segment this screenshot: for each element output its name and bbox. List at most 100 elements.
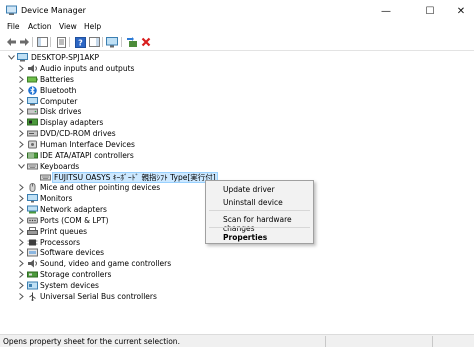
chevron-right-icon[interactable] xyxy=(17,204,25,215)
chevron-right-icon[interactable] xyxy=(17,63,25,74)
chevron-right-icon[interactable] xyxy=(17,128,25,139)
tree-category[interactable]: IDE ATA/ATAPI controllers xyxy=(0,150,474,161)
tree-category[interactable]: Software devices xyxy=(0,247,474,258)
toolbar-separator xyxy=(121,37,122,47)
chevron-right-icon[interactable] xyxy=(17,269,25,280)
ide-controller-icon xyxy=(27,152,38,159)
bluetooth-icon xyxy=(28,85,37,95)
minimize-icon: — xyxy=(381,5,391,17)
context-scan-hardware[interactable]: Scan for hardware changes xyxy=(223,215,313,233)
tree-item-label: Universal Serial Bus controllers xyxy=(40,291,157,301)
menu-action[interactable]: Action xyxy=(28,22,52,31)
chevron-right-icon[interactable] xyxy=(17,237,25,248)
tree-category[interactable]: Computer xyxy=(0,96,474,107)
tree-category[interactable]: Keyboards xyxy=(0,161,474,172)
computer-icon xyxy=(17,53,28,62)
tree-item-label: Bluetooth xyxy=(40,85,77,95)
tree-category[interactable]: Disk drives xyxy=(0,106,474,117)
tree-item-label: Processors xyxy=(40,237,81,247)
uninstall-button[interactable] xyxy=(140,36,152,48)
forward-arrow-icon xyxy=(19,38,29,46)
tree-category[interactable]: Display adapters xyxy=(0,117,474,128)
context-properties[interactable]: Properties xyxy=(223,233,267,242)
context-update-driver[interactable]: Update driver xyxy=(223,185,275,194)
computer-icon xyxy=(27,96,38,106)
dvd-drive-icon xyxy=(27,130,38,137)
tree-item-label: Storage controllers xyxy=(40,270,112,280)
tree-category[interactable]: Sound, video and game controllers xyxy=(0,258,474,269)
tree-item-label: Batteries xyxy=(40,74,74,84)
chevron-right-icon[interactable] xyxy=(17,258,25,269)
tree-item-label: Human Interface Devices xyxy=(40,139,135,149)
tree-item-label: Network adapters xyxy=(40,205,107,215)
speaker-icon xyxy=(28,64,37,73)
minimize-button[interactable]: — xyxy=(368,0,404,22)
tree-item-label: Sound, video and game controllers xyxy=(40,259,172,269)
menu-file[interactable]: File xyxy=(7,22,20,31)
chevron-right-icon[interactable] xyxy=(17,226,25,237)
chevron-right-icon[interactable] xyxy=(17,139,25,150)
tree-category[interactable]: Universal Serial Bus controllers xyxy=(0,291,474,302)
close-button[interactable]: ✕ xyxy=(448,0,474,22)
tree-category[interactable]: System devices xyxy=(0,280,474,291)
battery-icon xyxy=(27,76,38,83)
forward-button[interactable] xyxy=(18,36,30,48)
maximize-button[interactable]: ☐ xyxy=(412,0,448,22)
sound-icon xyxy=(28,259,37,268)
context-uninstall-device[interactable]: Uninstall device xyxy=(223,198,283,207)
tree-item-label: Keyboards xyxy=(40,161,80,171)
usb-icon xyxy=(29,292,36,301)
chevron-right-icon[interactable] xyxy=(17,74,25,85)
tree-root[interactable]: DESKTOP-SPJ1AKP xyxy=(0,52,474,63)
tree-item-label: Display adapters xyxy=(40,118,104,128)
monitor-icon xyxy=(106,36,118,47)
status-bar: Opens property sheet for the current sel… xyxy=(0,334,474,347)
tree-item-label: Mice and other pointing devices xyxy=(40,183,161,193)
window-title: Device Manager xyxy=(21,6,86,15)
show-hide-console-tree-icon xyxy=(36,37,48,47)
chevron-right-icon[interactable] xyxy=(17,106,25,117)
hid-icon xyxy=(28,140,37,149)
menu-help[interactable]: Help xyxy=(84,22,101,31)
processor-icon xyxy=(27,239,38,246)
menu-view[interactable]: View xyxy=(59,22,77,31)
chevron-right-icon[interactable] xyxy=(17,85,25,96)
properties-button[interactable] xyxy=(55,36,67,48)
chevron-right-icon[interactable] xyxy=(17,280,25,291)
tree-item-label: DVD/CD-ROM drives xyxy=(40,129,116,139)
help-button[interactable]: ? xyxy=(74,36,86,48)
back-button[interactable] xyxy=(5,36,17,48)
show-hide-console-tree-button[interactable] xyxy=(36,36,48,48)
toolbar-separator xyxy=(102,37,103,47)
tree-item-label: Print queues xyxy=(40,226,88,236)
chevron-right-icon[interactable] xyxy=(17,215,25,226)
tree-category[interactable]: Bluetooth xyxy=(0,85,474,96)
chevron-right-icon[interactable] xyxy=(17,150,25,161)
tree-item-label: FUJITSU OASYS ｷｰﾎﾞｰﾄﾞ 親指ｼﾌﾄ Type[実行付] xyxy=(52,171,218,183)
context-menu: Update driver Uninstall device Scan for … xyxy=(205,180,314,244)
properties-sheet-icon xyxy=(56,36,66,48)
keyboard-icon xyxy=(40,174,51,180)
chevron-right-icon[interactable] xyxy=(17,117,25,128)
chevron-right-icon[interactable] xyxy=(17,193,25,204)
tree-category[interactable]: Audio inputs and outputs xyxy=(0,63,474,74)
action-pane-button[interactable] xyxy=(88,36,100,48)
toolbar-separator xyxy=(32,37,33,47)
port-icon xyxy=(27,217,38,224)
action-pane-icon xyxy=(88,37,100,47)
chevron-right-icon[interactable] xyxy=(17,182,25,193)
tree-category[interactable]: DVD/CD-ROM drives xyxy=(0,128,474,139)
software-device-icon xyxy=(27,248,38,257)
chevron-right-icon[interactable] xyxy=(17,291,25,302)
disk-drive-icon xyxy=(27,108,38,115)
update-driver-button[interactable] xyxy=(126,36,138,48)
tree-category[interactable]: Batteries xyxy=(0,74,474,85)
chevron-right-icon[interactable] xyxy=(17,247,25,258)
scan-hardware-button[interactable] xyxy=(106,36,118,48)
tree-category[interactable]: Human Interface Devices xyxy=(0,139,474,150)
chevron-right-icon[interactable] xyxy=(17,96,25,107)
chevron-down-icon[interactable] xyxy=(7,52,15,63)
tree-category[interactable]: Storage controllers xyxy=(0,269,474,280)
storage-controller-icon xyxy=(27,271,38,278)
chevron-down-icon[interactable] xyxy=(17,161,25,172)
